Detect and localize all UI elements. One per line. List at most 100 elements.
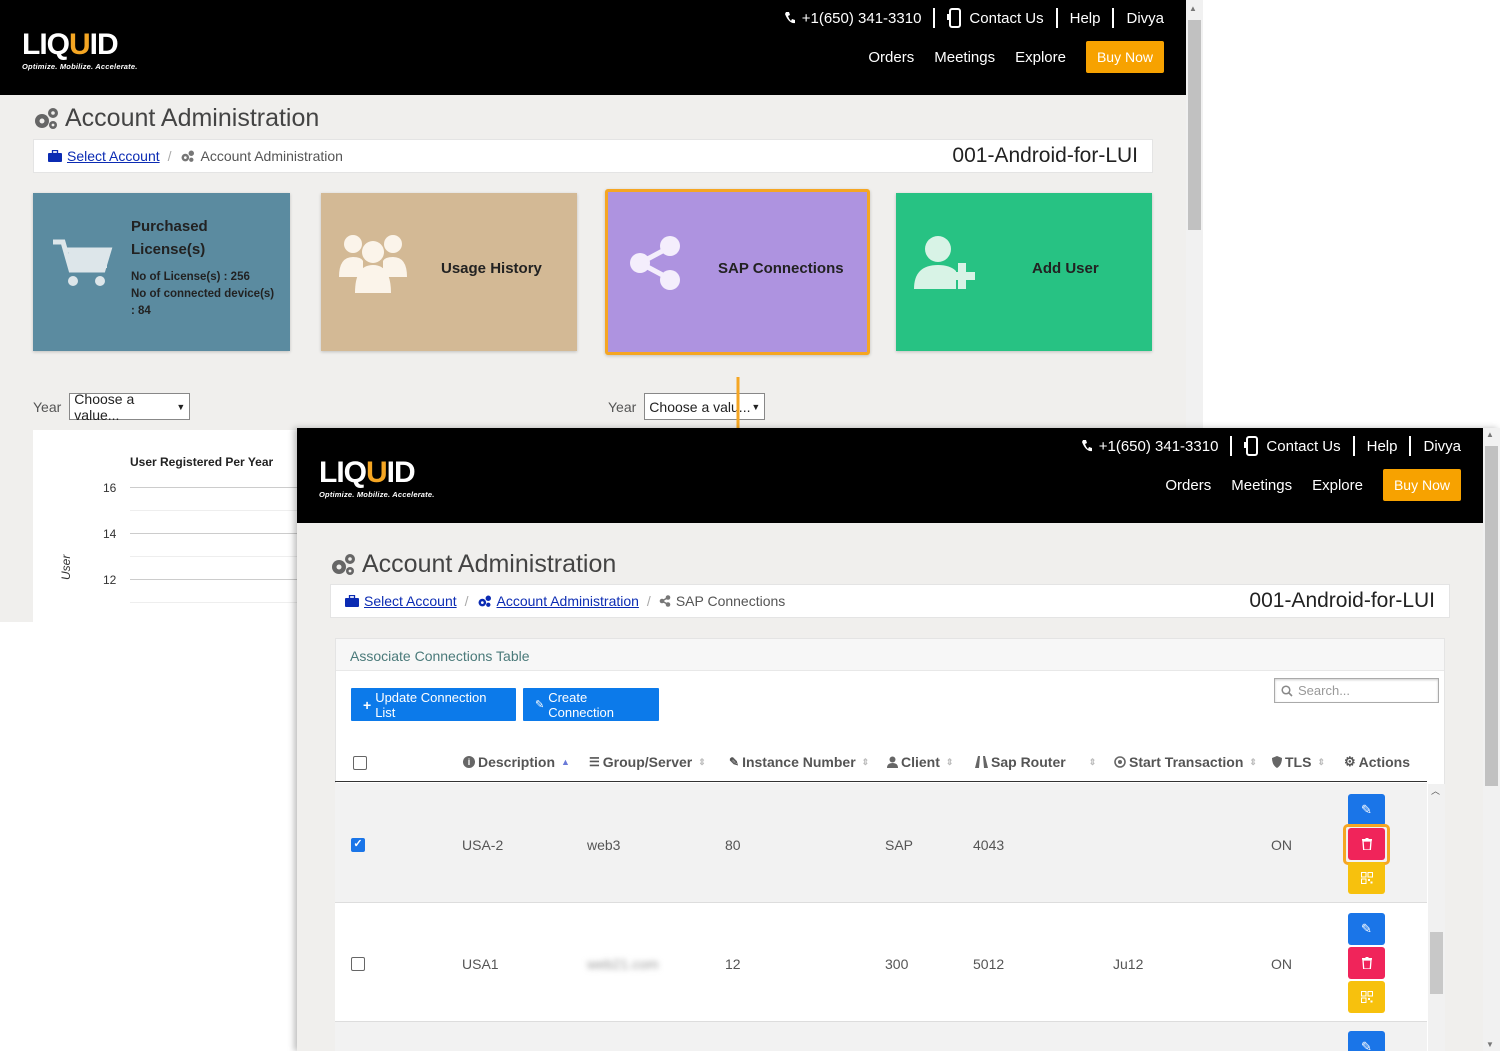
cell-sap-router: 5012 bbox=[973, 956, 1005, 972]
liquid-logo[interactable]: LIQUID Optimize. Mobilize. Accelerate. bbox=[22, 30, 138, 72]
page-scrollbar-2[interactable]: ▲ ▼ bbox=[1483, 428, 1500, 1051]
nav-meetings[interactable]: Meetings bbox=[934, 49, 995, 66]
tile-add-user[interactable]: Add User bbox=[896, 193, 1152, 351]
gears-icon bbox=[35, 107, 58, 129]
qr-code-button[interactable] bbox=[1348, 862, 1385, 894]
sort-asc-icon: ▲ bbox=[561, 757, 570, 767]
select-all-checkbox[interactable] bbox=[353, 756, 367, 770]
breadcrumb-account-admin[interactable]: Account Administration bbox=[497, 593, 639, 609]
plus-icon: + bbox=[363, 696, 372, 713]
col-group-server[interactable]: ☰ Group/Server ⇕ bbox=[589, 754, 706, 770]
table-scrollbar[interactable]: ︿ bbox=[1428, 784, 1445, 1051]
nav-explore[interactable]: Explore bbox=[1312, 477, 1363, 494]
add-user-icon bbox=[914, 236, 975, 289]
row-checkbox[interactable]: ✓ bbox=[351, 838, 365, 852]
nav-explore[interactable]: Explore bbox=[1015, 49, 1066, 66]
user-menu[interactable]: Divya bbox=[1126, 10, 1164, 27]
account-name: 001-Android-for-LUI bbox=[1249, 589, 1435, 612]
buy-now-button[interactable]: Buy Now bbox=[1382, 469, 1461, 501]
tile-title: Usage History bbox=[441, 260, 542, 277]
gears-icon bbox=[181, 150, 194, 162]
help-link[interactable]: Help bbox=[1070, 10, 1101, 27]
road-icon bbox=[975, 756, 988, 768]
table-row[interactable] bbox=[335, 1022, 1427, 1051]
buy-now-button[interactable]: Buy Now bbox=[1085, 41, 1164, 73]
top-header: LIQUID Optimize. Mobilize. Accelerate. +… bbox=[297, 428, 1483, 523]
trash-icon bbox=[1361, 957, 1372, 969]
caret-down-icon: ▼ bbox=[176, 401, 186, 412]
phone-icon bbox=[1081, 440, 1092, 452]
scrollbar-thumb[interactable] bbox=[1485, 446, 1498, 786]
chart-y-label: User bbox=[59, 554, 73, 580]
account-name: 001-Android-for-LUI bbox=[952, 144, 1138, 167]
search-icon bbox=[1281, 684, 1293, 697]
delete-button[interactable] bbox=[1348, 828, 1385, 860]
y-tick: 14 bbox=[103, 527, 117, 541]
qr-code-button[interactable] bbox=[1348, 981, 1385, 1013]
breadcrumb: Select Account / Account Administration … bbox=[33, 139, 1153, 173]
nav-orders[interactable]: Orders bbox=[868, 49, 914, 66]
edit-button[interactable]: ✎ bbox=[1348, 1031, 1385, 1051]
help-link[interactable]: Help bbox=[1367, 438, 1398, 455]
cell-start-transaction: Ju12 bbox=[1113, 956, 1144, 972]
header-divider bbox=[335, 781, 1427, 782]
tile-sap-connections[interactable]: SAP Connections bbox=[605, 189, 870, 355]
edit-button[interactable]: ✎ bbox=[1348, 913, 1385, 945]
col-client[interactable]: Client ⇕ bbox=[887, 754, 953, 770]
delete-button[interactable] bbox=[1348, 947, 1385, 979]
col-tls[interactable]: TLS ⇕ bbox=[1272, 754, 1325, 770]
tile-title: SAP Connections bbox=[718, 260, 844, 277]
col-description[interactable]: i Description ▲ bbox=[463, 754, 570, 770]
scrollbar-thumb[interactable] bbox=[1188, 20, 1201, 230]
trash-icon bbox=[1361, 838, 1372, 850]
scroll-up-icon[interactable]: ︿ bbox=[1431, 784, 1440, 797]
scroll-up-icon[interactable]: ▲ bbox=[1189, 4, 1197, 13]
user-registered-chart: User Registered Per Year User 16 14 12 bbox=[33, 430, 303, 622]
col-instance-number[interactable]: ✎ Instance Number ⇕ bbox=[729, 754, 869, 770]
sort-icon: ⇕ bbox=[1088, 756, 1097, 767]
create-connection-button[interactable]: ✎ Create Connection bbox=[523, 688, 659, 721]
page-title: Account Administration bbox=[330, 550, 616, 579]
year-select-1[interactable]: Choose a value... ▼ bbox=[69, 391, 191, 423]
breadcrumb-select-account[interactable]: Select Account bbox=[364, 593, 457, 609]
main-nav: Orders Meetings Explore Buy Now bbox=[1165, 469, 1461, 501]
contact-us-link[interactable]: Contact Us bbox=[1244, 436, 1341, 456]
devices-count: No of connected device(s) : 84 bbox=[131, 288, 275, 317]
col-sap-router[interactable]: Sap Router ⇕ bbox=[975, 754, 1096, 770]
contact-us-link[interactable]: Contact Us bbox=[947, 8, 1044, 28]
scroll-up-icon[interactable]: ▲ bbox=[1486, 430, 1494, 439]
cell-description: USA1 bbox=[462, 956, 499, 972]
licenses-count: No of License(s) : 256 bbox=[131, 271, 250, 283]
edit-button[interactable]: ✎ bbox=[1348, 794, 1385, 826]
phone-link[interactable]: +1(650) 341-3310 bbox=[784, 10, 921, 27]
user-menu[interactable]: Divya bbox=[1423, 438, 1461, 455]
row-checkbox[interactable] bbox=[351, 957, 365, 971]
shield-icon bbox=[1272, 756, 1282, 768]
tile-purchased-licenses[interactable]: Purchased License(s) No of License(s) : … bbox=[33, 193, 290, 351]
user-icon bbox=[887, 756, 898, 768]
breadcrumb-select-account[interactable]: Select Account bbox=[67, 148, 160, 164]
panel-title: Associate Connections Table bbox=[336, 639, 1444, 671]
phone-icon bbox=[784, 12, 795, 24]
scrollbar-thumb[interactable] bbox=[1430, 932, 1443, 994]
search-input[interactable]: Search... bbox=[1274, 678, 1439, 703]
sort-icon: ⇕ bbox=[945, 756, 954, 767]
phone-link[interactable]: +1(650) 341-3310 bbox=[1081, 438, 1218, 455]
top-utility-bar: +1(650) 341-3310 Contact Us Help Divya bbox=[784, 8, 1164, 28]
tile-title: Add User bbox=[1032, 260, 1099, 277]
liquid-logo[interactable]: LIQUID Optimize. Mobilize. Accelerate. bbox=[319, 458, 435, 500]
col-start-transaction[interactable]: Start Transaction ⇕ bbox=[1114, 754, 1257, 770]
nav-meetings[interactable]: Meetings bbox=[1231, 477, 1292, 494]
pencil-icon: ✎ bbox=[1361, 802, 1372, 817]
caret-down-icon: ▼ bbox=[751, 401, 761, 412]
sort-icon: ⇕ bbox=[698, 756, 706, 767]
y-tick: 16 bbox=[103, 481, 117, 495]
top-utility-bar: +1(650) 341-3310 Contact Us Help Divya bbox=[1081, 436, 1461, 456]
tile-usage-history[interactable]: Usage History bbox=[321, 193, 577, 351]
scroll-down-icon[interactable]: ▼ bbox=[1486, 1040, 1494, 1049]
nav-orders[interactable]: Orders bbox=[1165, 477, 1211, 494]
sort-icon: ⇕ bbox=[1249, 756, 1257, 767]
pencil-icon: ✎ bbox=[535, 699, 545, 711]
update-connection-list-button[interactable]: + Update Connection List bbox=[351, 688, 516, 721]
cell-instance-number: 12 bbox=[725, 956, 741, 972]
